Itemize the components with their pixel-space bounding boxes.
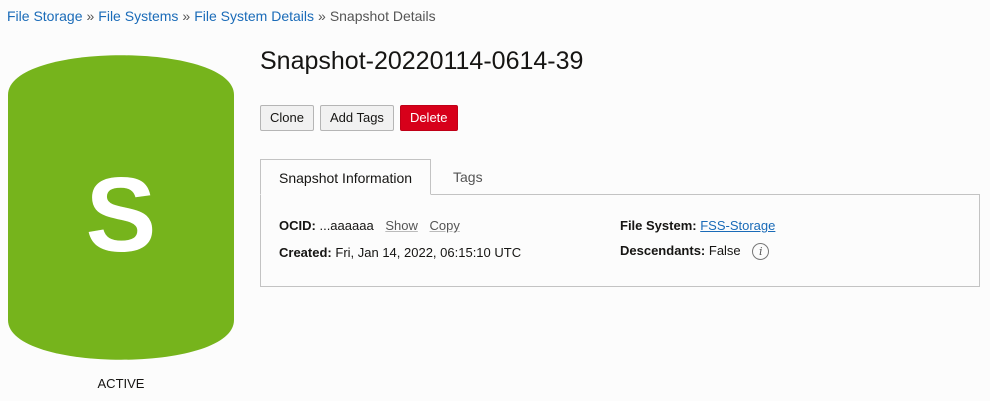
- file-system-row: File System: FSS-Storage: [620, 218, 775, 233]
- action-bar: Clone Add Tags Delete: [260, 105, 458, 131]
- ocid-value: ...aaaaaa: [319, 218, 374, 233]
- breadcrumb-current: Snapshot Details: [329, 8, 436, 24]
- tab-bar: Snapshot Information Tags: [260, 159, 980, 195]
- snapshot-information-panel: OCID: ...aaaaaa Show Copy Created: Fri, …: [260, 194, 980, 287]
- breadcrumb: File Storage» File Systems» File System De…: [7, 8, 436, 24]
- snapshot-icon-letter: S: [86, 156, 157, 274]
- snapshot-status-icon: S: [8, 55, 234, 360]
- clone-button[interactable]: Clone: [260, 105, 314, 131]
- info-icon[interactable]: i: [752, 243, 770, 261]
- descendants-value: False: [708, 243, 741, 258]
- status-label: ACTIVE: [97, 376, 145, 391]
- breadcrumb-link-file-storage[interactable]: File Storage: [7, 8, 82, 24]
- add-tags-button[interactable]: Add Tags: [319, 105, 394, 131]
- ocid-copy-link[interactable]: Copy: [429, 218, 459, 233]
- descendants-label: Descendants:: [620, 243, 706, 258]
- ocid-show-link[interactable]: Show: [385, 218, 418, 233]
- page-title: Snapshot-20220114-0614-39: [260, 47, 584, 75]
- breadcrumb-separator: »: [318, 8, 326, 24]
- file-system-label: File System:: [620, 218, 697, 233]
- breadcrumb-separator: »: [182, 8, 191, 24]
- tab-tags[interactable]: Tags: [435, 159, 501, 195]
- breadcrumb-link-file-system-details[interactable]: File System Details: [194, 8, 314, 24]
- tab-snapshot-information[interactable]: Snapshot Information: [260, 159, 432, 195]
- created-row: Created: Fri, Jan 14, 2022, 06:15:10 UTC: [279, 245, 521, 260]
- created-label: Created:: [279, 245, 332, 260]
- ocid-row: OCID: ...aaaaaa Show Copy: [279, 218, 460, 233]
- descendants-row: Descendants: False i: [620, 243, 770, 261]
- ocid-label: OCID:: [279, 218, 316, 233]
- file-system-link[interactable]: FSS-Storage: [700, 218, 775, 233]
- breadcrumb-separator: »: [86, 8, 95, 24]
- cylinder-icon: S: [8, 55, 234, 360]
- breadcrumb-link-file-systems[interactable]: File Systems: [98, 8, 178, 24]
- created-value: Fri, Jan 14, 2022, 06:15:10 UTC: [335, 245, 522, 260]
- delete-button[interactable]: Delete: [399, 105, 458, 131]
